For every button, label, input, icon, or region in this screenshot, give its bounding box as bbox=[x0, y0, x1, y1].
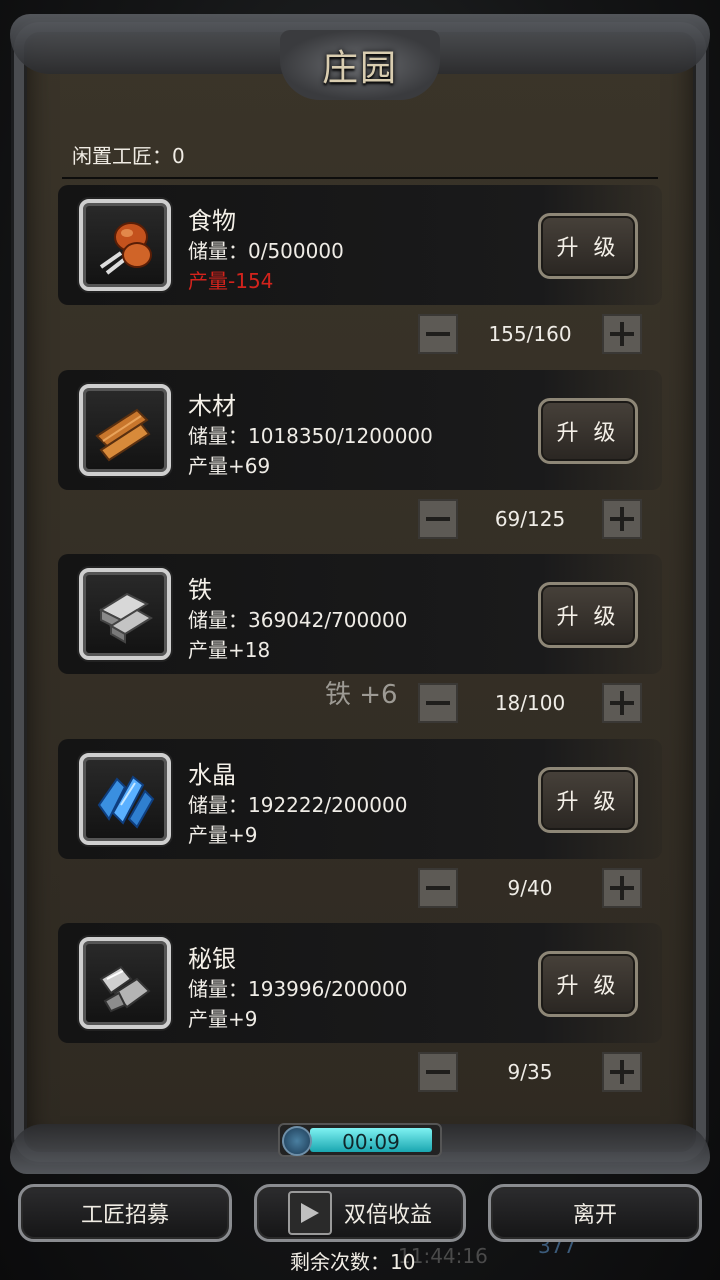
floating-gain-text: 铁 +6 bbox=[325, 680, 398, 710]
decrease-workers-button[interactable] bbox=[418, 868, 458, 908]
resource-name: 水晶 bbox=[188, 761, 236, 789]
decrease-workers-button[interactable] bbox=[418, 1052, 458, 1092]
minus-icon bbox=[426, 1070, 450, 1074]
meat-icon bbox=[79, 199, 171, 291]
recruit-label: 工匠招募 bbox=[80, 1203, 169, 1228]
resource-production: 产量+18 bbox=[188, 638, 271, 662]
upgrade-button[interactable]: 升 级 bbox=[538, 951, 638, 1017]
resource-name: 食物 bbox=[188, 207, 236, 235]
worker-count: 9/35 bbox=[507, 1060, 553, 1084]
increase-workers-button[interactable] bbox=[602, 314, 642, 354]
resource-storage: 储量：1018350/1200000 bbox=[188, 424, 433, 448]
title-plate: 庄园 bbox=[280, 30, 440, 100]
double-reward-label: 双倍收益 bbox=[343, 1203, 432, 1228]
resource-name: 木材 bbox=[188, 392, 236, 420]
panel-title: 庄园 bbox=[321, 48, 398, 89]
upgrade-button[interactable]: 升 级 bbox=[538, 213, 638, 279]
remaining-count: 剩余次数：10 bbox=[290, 1250, 416, 1274]
decrease-workers-button[interactable] bbox=[418, 683, 458, 723]
increase-workers-button[interactable] bbox=[602, 683, 642, 723]
upgrade-button[interactable]: 升 级 bbox=[538, 582, 638, 648]
resource-row-crystal: 水晶 储量：192222/200000 产量+9 升 级 bbox=[58, 739, 662, 859]
resource-row-iron: 铁 储量：369042/700000 产量+18 升 级 bbox=[58, 554, 662, 674]
resource-production: 产量+9 bbox=[188, 823, 258, 847]
mithril-ore-icon bbox=[79, 937, 171, 1029]
increase-workers-button[interactable] bbox=[602, 868, 642, 908]
worker-control-crystal: 9/40 bbox=[418, 868, 642, 908]
countdown-timer: 00:09 bbox=[278, 1123, 442, 1157]
increase-workers-button[interactable] bbox=[602, 499, 642, 539]
decrease-workers-button[interactable] bbox=[418, 314, 458, 354]
resource-storage: 储量：192222/200000 bbox=[188, 793, 408, 817]
play-video-icon bbox=[287, 1191, 332, 1235]
idle-craftsmen: 闲置工匠：0 bbox=[72, 144, 185, 168]
timer-text: 00:09 bbox=[342, 1130, 400, 1154]
resource-storage: 储量：0/500000 bbox=[188, 239, 344, 263]
crystal-icon bbox=[79, 753, 171, 845]
worker-count: 155/160 bbox=[488, 322, 572, 346]
minus-icon bbox=[426, 886, 450, 890]
iron-ingot-icon bbox=[79, 568, 171, 660]
wood-planks-icon bbox=[79, 384, 171, 476]
resource-row-mithril: 秘银 储量：193996/200000 产量+9 升 级 bbox=[58, 923, 662, 1043]
minus-icon bbox=[426, 517, 450, 521]
upgrade-button[interactable]: 升 级 bbox=[538, 767, 638, 833]
resource-name: 秘银 bbox=[188, 945, 236, 973]
worker-control-mithril: 9/35 bbox=[418, 1052, 642, 1092]
worker-control-wood: 69/125 bbox=[418, 499, 642, 539]
resource-row-food: 食物 储量：0/500000 产量-154 升 级 bbox=[58, 185, 662, 305]
double-reward-button[interactable]: 双倍收益 bbox=[254, 1184, 466, 1242]
leave-button[interactable]: 离开 bbox=[488, 1184, 702, 1242]
minus-icon bbox=[426, 332, 450, 336]
worker-count: 18/100 bbox=[494, 691, 566, 715]
resource-storage: 储量：369042/700000 bbox=[188, 608, 408, 632]
upgrade-button[interactable]: 升 级 bbox=[538, 398, 638, 464]
resource-name: 铁 bbox=[188, 576, 212, 604]
resource-production: 产量-154 bbox=[188, 269, 274, 293]
resource-storage: 储量：193996/200000 bbox=[188, 977, 408, 1001]
worker-control-food: 155/160 bbox=[418, 314, 642, 354]
divider bbox=[62, 177, 658, 179]
worker-count: 69/125 bbox=[494, 507, 566, 531]
resource-production: 产量+69 bbox=[188, 454, 271, 478]
leave-label: 离开 bbox=[572, 1203, 617, 1228]
increase-workers-button[interactable] bbox=[602, 1052, 642, 1092]
worker-control-iron: 18/100 bbox=[418, 683, 642, 723]
resource-row-wood: 木材 储量：1018350/1200000 产量+69 升 级 bbox=[58, 370, 662, 490]
minus-icon bbox=[426, 701, 450, 705]
decrease-workers-button[interactable] bbox=[418, 499, 458, 539]
worker-count: 9/40 bbox=[507, 876, 553, 900]
recruit-craftsmen-button[interactable]: 工匠招募 bbox=[18, 1184, 232, 1242]
resource-production: 产量+9 bbox=[188, 1007, 258, 1031]
clock-icon bbox=[282, 1126, 312, 1156]
